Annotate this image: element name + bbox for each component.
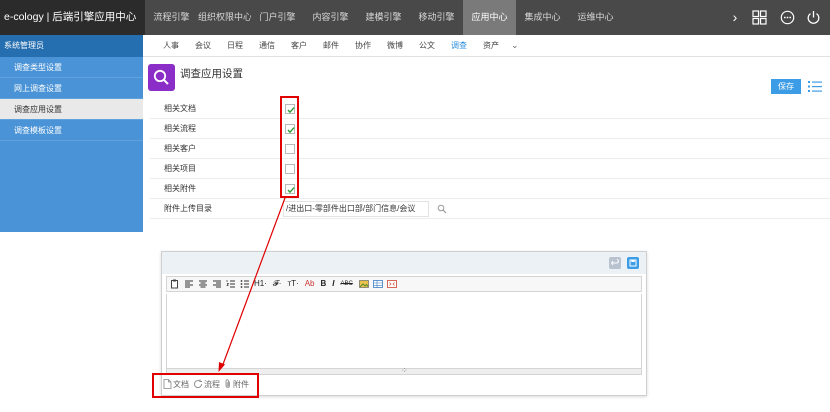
- heading-dropdown[interactable]: H1·: [254, 278, 267, 290]
- editor-content-area[interactable]: [166, 294, 642, 368]
- tab-calendar[interactable]: 日程: [219, 35, 251, 56]
- tab-assets[interactable]: 资产: [475, 35, 507, 56]
- top-nav: 流程引擎 组织权限中心 门户引擎 内容引擎 建模引擎 移动引擎 应用中心 集成中…: [145, 0, 622, 35]
- search-icon[interactable]: [437, 204, 447, 214]
- sidebar-item-online-survey[interactable]: 网上调查设置: [0, 78, 143, 99]
- tab-mail[interactable]: 邮件: [315, 35, 347, 56]
- chat-icon[interactable]: [780, 10, 795, 25]
- sidebar-empty-area: [0, 232, 143, 412]
- topnav-item-modeling[interactable]: 建模引擎: [357, 0, 410, 35]
- topnav-item-portal[interactable]: 门户引擎: [251, 0, 304, 35]
- save-disk-icon[interactable]: [627, 257, 639, 269]
- setting-label: 相关客户: [164, 144, 196, 153]
- setting-row-related-project: 相关项目: [150, 159, 830, 179]
- tab-meeting[interactable]: 会议: [187, 35, 219, 56]
- bullet-list-icon[interactable]: [240, 279, 250, 289]
- editor-toolbar: H1· 𝓕· тT· Ab B I ABC: [166, 276, 642, 292]
- paste-icon[interactable]: [170, 279, 180, 289]
- setting-row-related-attachment: 相关附件: [150, 179, 830, 199]
- setting-label: 附件上传目录: [164, 204, 212, 213]
- topnav-more-arrow[interactable]: ›: [728, 0, 742, 35]
- tab-weibo[interactable]: 微博: [379, 35, 411, 56]
- topnav-item-org[interactable]: 组织权限中心: [198, 0, 251, 35]
- top-bar: e-cology | 后端引擎应用中心 流程引擎 组织权限中心 门户引擎 内容引…: [0, 0, 830, 35]
- topnav-item-integration[interactable]: 集成中心: [516, 0, 569, 35]
- topnav-item-ops[interactable]: 运维中心: [569, 0, 622, 35]
- module-tabs: 人事 会议 日程 通信 客户 邮件 协作 微博 公文 调查 资产 ⌄: [143, 35, 830, 57]
- align-center-icon[interactable]: [198, 279, 208, 289]
- sidebar-item-survey-templates[interactable]: 调查模板设置: [0, 120, 143, 141]
- bold-button[interactable]: B: [320, 278, 326, 290]
- setting-label: 相关流程: [164, 124, 196, 133]
- setting-row-related-workflow: 相关流程: [150, 119, 830, 139]
- fullscreen-icon[interactable]: [386, 279, 397, 289]
- app-root: e-cology | 后端引擎应用中心 流程引擎 组织权限中心 门户引擎 内容引…: [0, 0, 830, 412]
- image-icon[interactable]: [359, 279, 369, 289]
- upload-directory-field[interactable]: /进出口-零部件出口部/部门信息/会议: [283, 201, 429, 217]
- setting-label: 相关附件: [164, 184, 196, 193]
- sidebar: 系统管理员 调查类型设置 网上调查设置 调查应用设置 调查模板设置: [0, 35, 143, 232]
- tab-collaboration[interactable]: 协作: [347, 35, 379, 56]
- topnav-item-workflow[interactable]: 流程引擎: [145, 0, 198, 35]
- tab-survey[interactable]: 调查: [443, 35, 475, 56]
- font-size-dropdown[interactable]: тT·: [287, 278, 298, 290]
- setting-label: 相关项目: [164, 164, 196, 173]
- tab-communication[interactable]: 通信: [251, 35, 283, 56]
- grid-icon[interactable]: [752, 10, 767, 25]
- list-menu-icon[interactable]: [808, 80, 822, 93]
- setting-row-related-customer: 相关客户: [150, 139, 830, 159]
- setting-row-related-docs: 相关文档: [150, 99, 830, 119]
- font-family-dropdown[interactable]: 𝓕·: [273, 278, 282, 290]
- page-title: 调查应用设置: [180, 68, 243, 80]
- table-icon[interactable]: [372, 279, 383, 289]
- sidebar-header: 系统管理员: [0, 35, 143, 57]
- tab-customer[interactable]: 客户: [283, 35, 315, 56]
- power-icon[interactable]: [806, 10, 821, 25]
- resize-grip-icon: ⁘: [401, 366, 408, 375]
- topnav-item-content[interactable]: 内容引擎: [304, 0, 357, 35]
- setting-row-upload-dir: 附件上传目录 /进出口-零部件出口部/部门信息/会议: [150, 199, 830, 219]
- align-right-icon[interactable]: [212, 279, 222, 289]
- font-color-button[interactable]: Ab: [305, 278, 315, 290]
- sidebar-item-survey-app-settings[interactable]: 调查应用设置: [0, 99, 143, 120]
- settings-form: 相关文档 相关流程 相关客户 相关项目 相关附件 附件上传目录 /进出口-零部件…: [150, 99, 830, 219]
- tab-hr[interactable]: 人事: [155, 35, 187, 56]
- topnav-item-mobile[interactable]: 移动引擎: [410, 0, 463, 35]
- ordered-list-icon[interactable]: [226, 279, 236, 289]
- checkbox-highlight-box: [280, 96, 299, 198]
- tab-document[interactable]: 公文: [411, 35, 443, 56]
- editor-titlebar: [162, 252, 646, 274]
- sidebar-item-survey-types[interactable]: 调查类型设置: [0, 57, 143, 78]
- save-button[interactable]: 保存: [771, 79, 801, 94]
- italic-button[interactable]: I: [332, 278, 334, 290]
- attachment-highlight-box: [152, 373, 259, 398]
- strikethrough-button[interactable]: ABC: [341, 278, 353, 290]
- align-left-icon[interactable]: [184, 279, 194, 289]
- topnav-item-app-center[interactable]: 应用中心: [463, 0, 516, 35]
- search-app-icon: [148, 64, 175, 91]
- brand-title: e-cology | 后端引擎应用中心: [0, 0, 145, 35]
- undo-icon[interactable]: [609, 257, 621, 269]
- tabs-more-chevron-icon[interactable]: ⌄: [507, 35, 523, 56]
- setting-label: 相关文档: [164, 104, 196, 113]
